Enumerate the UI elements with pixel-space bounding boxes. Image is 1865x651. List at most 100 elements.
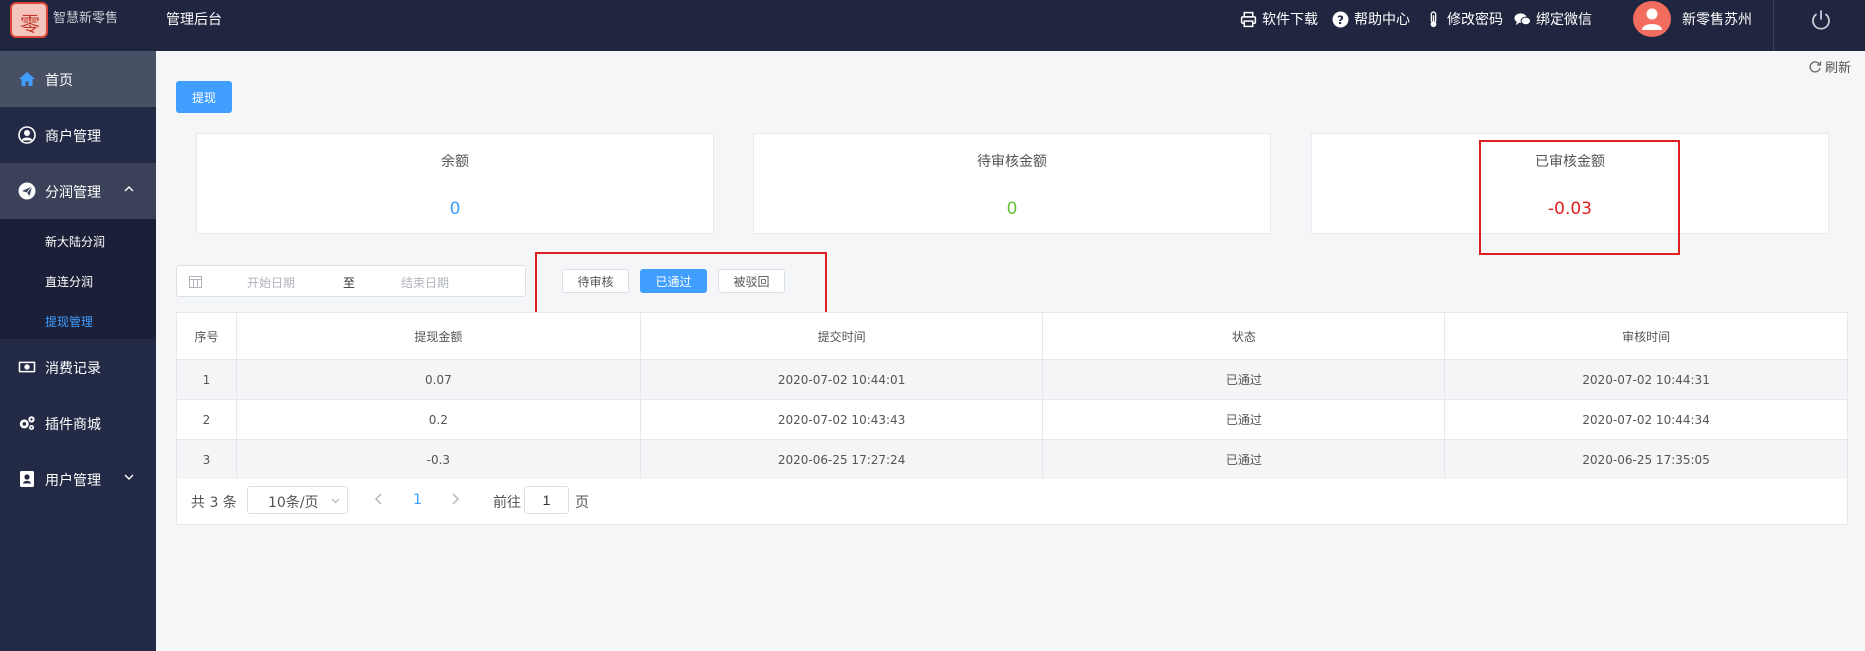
withdraw-button[interactable]: 提现 — [176, 81, 232, 113]
table-row[interactable]: 1 0.07 2020-07-02 10:44:01 已通过 2020-07-0… — [176, 359, 1848, 400]
balance-card: 余额 0 — [196, 133, 714, 234]
next-page-icon[interactable] — [449, 491, 461, 507]
help-center-link[interactable]: ? 帮助中心 — [1332, 9, 1410, 29]
sidebar: 首页 商户管理 分润管理 新大陆分润 直连分润 提现管理 消费记录 插件商城 用… — [0, 51, 156, 651]
bind-wechat-link[interactable]: 绑定微信 — [1514, 9, 1592, 29]
sidebar-item-plugin-store[interactable]: 插件商城 — [0, 395, 156, 451]
balance-label: 余额 — [441, 154, 469, 170]
username[interactable]: 新零售苏州 — [1682, 9, 1752, 29]
sidebar-item-label: 用户管理 — [45, 473, 101, 489]
printer-icon — [1240, 11, 1257, 27]
top-bar: 零 智慧新零售 管理后台 软件下载 ? 帮助中心 修改密码 绑定微信 新零售苏州 — [0, 0, 1865, 51]
money-icon — [18, 361, 36, 373]
cell-submit-time: 2020-06-25 17:27:24 — [639, 439, 1044, 480]
col-header-status: 状态 — [1042, 312, 1446, 360]
cell-amount: 0.07 — [235, 359, 641, 400]
software-download-label: 软件下载 — [1262, 12, 1318, 28]
refresh-button[interactable]: 刷新 — [1808, 57, 1851, 76]
withdrawal-table: 序号 提现金额 提交时间 状态 审核时间 1 0.07 2020-07-02 1… — [176, 312, 1848, 480]
cell-status: 已通过 — [1042, 439, 1446, 480]
user-circle-icon — [18, 126, 36, 144]
cell-submit-time: 2020-07-02 10:43:43 — [639, 399, 1044, 440]
refresh-label: 刷新 — [1825, 61, 1852, 76]
sidebar-item-consumption-records[interactable]: 消费记录 — [0, 339, 156, 395]
logo-mark-icon: 零 — [10, 2, 48, 38]
date-range-picker[interactable]: 开始日期 至 结束日期 — [176, 265, 526, 297]
table-header-row: 序号 提现金额 提交时间 状态 审核时间 — [176, 312, 1848, 360]
chat-bubbles-icon — [1514, 12, 1531, 25]
logo[interactable]: 零 智慧新零售 — [10, 2, 122, 40]
software-download-link[interactable]: 软件下载 — [1240, 9, 1318, 29]
cell-submit-time: 2020-07-02 10:44:01 — [639, 359, 1044, 400]
avatar[interactable] — [1633, 1, 1671, 37]
col-header-index: 序号 — [176, 312, 237, 360]
end-date-input[interactable]: 结束日期 — [401, 274, 449, 291]
current-page-number[interactable]: 1 — [413, 492, 422, 508]
refresh-icon — [1809, 60, 1822, 73]
col-header-amount: 提现金额 — [235, 312, 641, 360]
sidebar-item-label: 首页 — [45, 73, 73, 89]
page-size-select[interactable]: 10条/页 — [247, 486, 348, 514]
header-divider — [1773, 0, 1774, 51]
change-password-label: 修改密码 — [1447, 12, 1503, 28]
svg-text:?: ? — [1337, 12, 1344, 26]
chevron-down-icon — [331, 498, 340, 504]
start-date-input[interactable]: 开始日期 — [247, 274, 295, 291]
sidebar-subitem-direct-profit[interactable]: 直连分润 — [45, 273, 93, 290]
pending-amount-card: 待审核金额 0 — [753, 133, 1271, 234]
paper-plane-icon — [18, 182, 36, 200]
bind-wechat-label: 绑定微信 — [1536, 12, 1592, 28]
user-avatar-icon — [1642, 8, 1662, 30]
highlight-box-filters — [535, 252, 827, 314]
date-separator: 至 — [343, 276, 356, 290]
table-row[interactable]: 3 -0.3 2020-06-25 17:27:24 已通过 2020-06-2… — [176, 439, 1848, 480]
pending-amount-label: 待审核金额 — [977, 154, 1047, 170]
page-suffix-label: 页 — [575, 495, 589, 511]
page-size-value: 10条/页 — [268, 495, 319, 511]
sidebar-item-label: 分润管理 — [45, 185, 101, 201]
goto-page-input[interactable] — [524, 486, 569, 514]
thermometer-icon — [1430, 10, 1437, 27]
cell-index: 3 — [176, 439, 237, 480]
power-icon[interactable] — [1809, 8, 1833, 32]
sidebar-item-user-management[interactable]: 用户管理 — [0, 451, 156, 507]
help-center-label: 帮助中心 — [1354, 12, 1410, 28]
cell-status: 已通过 — [1042, 399, 1446, 440]
chevron-up-icon — [124, 186, 134, 192]
table-row[interactable]: 2 0.2 2020-07-02 10:43:43 已通过 2020-07-02… — [176, 399, 1848, 440]
sidebar-item-home[interactable]: 首页 — [0, 51, 156, 107]
highlight-box-approved — [1479, 140, 1680, 255]
cell-review-time: 2020-07-02 10:44:31 — [1444, 359, 1848, 400]
gears-icon — [19, 416, 35, 431]
question-circle-icon: ? — [1332, 11, 1349, 27]
cell-status: 已通过 — [1042, 359, 1446, 400]
contact-book-icon — [20, 471, 34, 487]
app-title: 管理后台 — [166, 12, 222, 28]
profit-sharing-submenu: 新大陆分润 直连分润 提现管理 — [0, 219, 156, 339]
goto-label: 前往 — [493, 495, 521, 511]
sidebar-item-profit-sharing[interactable]: 分润管理 — [0, 163, 156, 219]
sidebar-item-label: 消费记录 — [45, 361, 101, 377]
cell-amount: 0.2 — [235, 399, 641, 440]
pagination-total: 共 3 条 — [191, 495, 237, 511]
calendar-icon — [189, 276, 202, 288]
cell-review-time: 2020-06-25 17:35:05 — [1444, 439, 1848, 480]
sidebar-subitem-newland-profit[interactable]: 新大陆分润 — [45, 233, 105, 250]
cell-review-time: 2020-07-02 10:44:34 — [1444, 399, 1848, 440]
cell-amount: -0.3 — [235, 439, 641, 480]
cell-index: 2 — [176, 399, 237, 440]
sidebar-item-label: 商户管理 — [45, 129, 101, 145]
col-header-submit-time: 提交时间 — [639, 312, 1044, 360]
logo-text: 智慧新零售 — [53, 11, 119, 26]
balance-value: 0 — [449, 199, 461, 219]
prev-page-icon[interactable] — [373, 491, 385, 507]
change-password-link[interactable]: 修改密码 — [1425, 9, 1503, 29]
cell-index: 1 — [176, 359, 237, 400]
home-icon — [19, 72, 35, 86]
sidebar-subitem-withdrawal-management[interactable]: 提现管理 — [45, 313, 93, 330]
sidebar-item-label: 插件商城 — [45, 417, 101, 433]
col-header-review-time: 审核时间 — [1444, 312, 1848, 360]
pending-amount-value: 0 — [1006, 199, 1018, 219]
sidebar-item-merchant[interactable]: 商户管理 — [0, 107, 156, 163]
pagination: 共 3 条 10条/页 1 前往 页 — [176, 479, 1848, 525]
